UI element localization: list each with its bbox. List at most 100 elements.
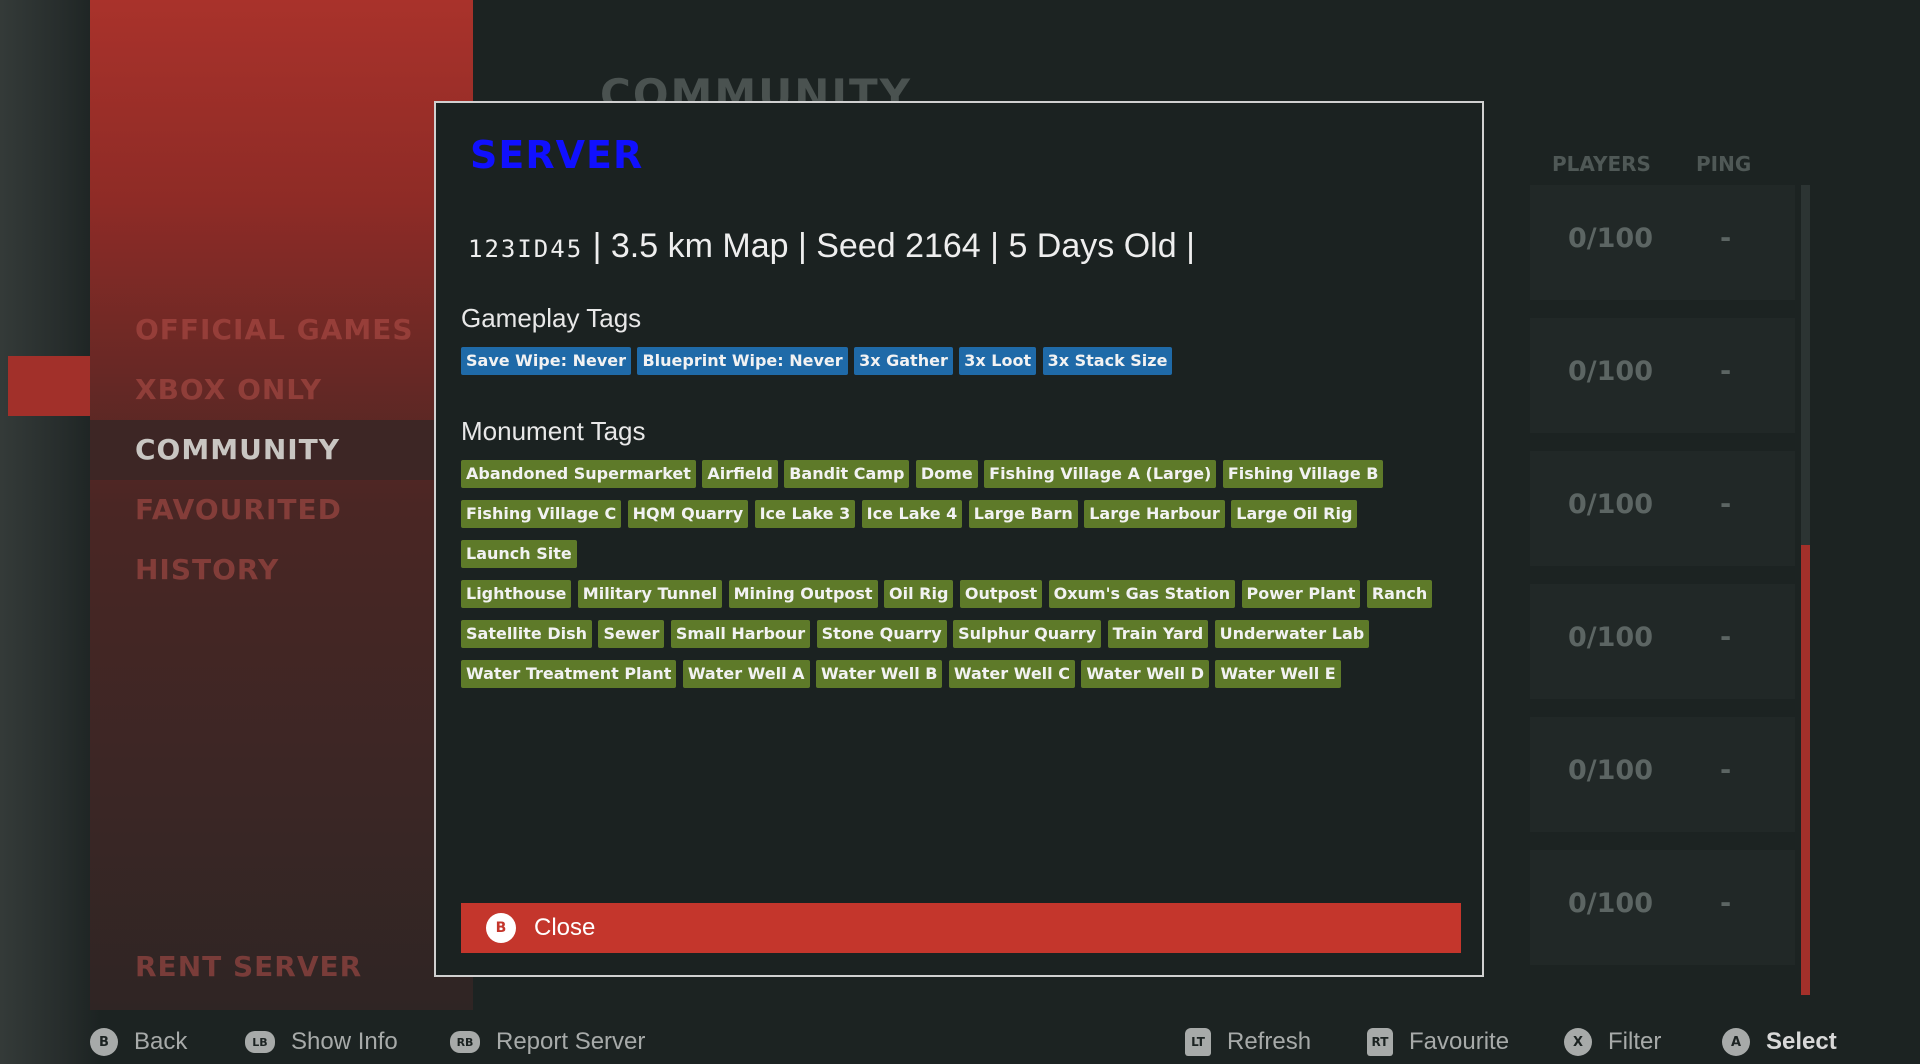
monument-tag: Mining Outpost (728, 580, 878, 608)
a-button-icon: A (1722, 1028, 1750, 1056)
server-info-modal: SERVER 123ID45 | 3.5 km Map | Seed 2164 … (434, 101, 1484, 977)
monument-tag: Bandit Camp (784, 460, 910, 488)
monument-tag: HQM Quarry (627, 500, 749, 528)
monument-tag: Large Oil Rig (1231, 500, 1358, 528)
footer-select-label: Select (1766, 1028, 1837, 1055)
sidebar-item-community[interactable]: COMMUNITY (90, 420, 473, 480)
monument-tag: Power Plant (1241, 580, 1361, 608)
ping-value: - (1720, 622, 1732, 653)
monument-tag: Train Yard (1107, 620, 1209, 648)
ping-value: - (1720, 489, 1732, 520)
server-row[interactable]: 0/100 - (1530, 318, 1795, 433)
server-browser-screen: OFFICIAL GAMES XBOX ONLY COMMUNITY FAVOU… (0, 0, 1920, 1064)
server-row[interactable]: 0/100 - (1530, 584, 1795, 699)
server-row[interactable]: 0/100 - (1530, 850, 1795, 965)
server-row[interactable]: 0/100 - (1530, 185, 1795, 300)
footer-favourite-label: Favourite (1409, 1028, 1510, 1055)
monument-tag: Small Harbour (670, 620, 811, 648)
footer-back-label: Back (134, 1028, 188, 1055)
sidebar-item-official-games[interactable]: OFFICIAL GAMES (90, 300, 473, 360)
sidebar-item-xbox-only[interactable]: XBOX ONLY (90, 360, 473, 420)
close-label: Close (534, 914, 596, 941)
monument-tag: Launch Site (461, 540, 577, 568)
column-header-ping[interactable]: PING (1696, 152, 1751, 176)
players-count: 0/100 (1568, 356, 1654, 387)
monument-tag: Satellite Dish (461, 620, 593, 648)
monument-tag: Dome (915, 460, 978, 488)
monument-tag: Stone Quarry (816, 620, 947, 648)
monument-tag-row: Satellite Dish Sewer Small Harbour Stone… (461, 620, 1461, 660)
monument-tag: Ice Lake 3 (754, 500, 856, 528)
footer-filter[interactable]: X Filter (1564, 1028, 1661, 1056)
ping-value: - (1720, 356, 1732, 387)
sidebar-item-favourited[interactable]: FAVOURITED (90, 480, 473, 540)
gameplay-tag: Blueprint Wipe: Never (637, 347, 848, 375)
column-header-players[interactable]: PLAYERS (1552, 152, 1651, 176)
ping-value: - (1720, 888, 1732, 919)
gameplay-tags-heading: Gameplay Tags (461, 303, 642, 333)
monument-tag: Fishing Village A (Large) (984, 460, 1217, 488)
monument-tag: Outpost (959, 580, 1043, 608)
monument-tag: Lighthouse (461, 580, 572, 608)
x-button-icon: X (1564, 1028, 1592, 1056)
players-count: 0/100 (1568, 489, 1654, 520)
server-code: 123ID45 (468, 235, 584, 263)
close-button[interactable]: B Close (461, 903, 1461, 953)
monument-tag: Water Well D (1081, 660, 1209, 688)
b-button-icon: B (90, 1028, 118, 1056)
monument-tag-row: Abandoned Supermarket Airfield Bandit Ca… (461, 460, 1461, 500)
list-scrollbar-thumb[interactable] (1801, 545, 1810, 995)
monument-tag: Large Harbour (1084, 500, 1225, 528)
b-button-icon: B (486, 913, 516, 943)
server-summary: 123ID45 | 3.5 km Map | Seed 2164 | 5 Day… (468, 227, 1195, 266)
monument-tag: Water Well E (1215, 660, 1341, 688)
footer-refresh[interactable]: LT Refresh (1185, 1028, 1311, 1056)
ping-value: - (1720, 223, 1732, 254)
players-count: 0/100 (1568, 755, 1654, 786)
monument-tag-row: Lighthouse Military Tunnel Mining Outpos… (461, 580, 1461, 620)
footer-report-label: Report Server (496, 1028, 646, 1055)
footer-show-info-label: Show Info (291, 1028, 398, 1055)
gameplay-tag: 3x Loot (959, 347, 1037, 375)
monument-tag: Water Well B (815, 660, 943, 688)
footer-back[interactable]: B Back (90, 1028, 187, 1056)
monument-tag: Oil Rig (884, 580, 954, 608)
gameplay-tag: 3x Gather (854, 347, 953, 375)
gameplay-tag: Save Wipe: Never (461, 347, 631, 375)
footer-select[interactable]: A Select (1722, 1028, 1837, 1056)
monument-tag: Fishing Village B (1222, 460, 1384, 488)
players-count: 0/100 (1568, 888, 1654, 919)
lt-button-icon: LT (1185, 1028, 1211, 1056)
monument-tag: Ice Lake 4 (861, 500, 963, 528)
sidebar-nav: OFFICIAL GAMES XBOX ONLY COMMUNITY FAVOU… (90, 300, 473, 600)
monument-tag: Large Barn (968, 500, 1078, 528)
ping-value: - (1720, 755, 1732, 786)
players-count: 0/100 (1568, 223, 1654, 254)
sidebar-item-rent-server[interactable]: RENT SERVER (135, 950, 362, 983)
server-details: | 3.5 km Map | Seed 2164 | 5 Days Old | (592, 227, 1195, 265)
monument-tag: Underwater Lab (1214, 620, 1370, 648)
footer-favourite[interactable]: RT Favourite (1367, 1028, 1509, 1056)
rt-button-icon: RT (1367, 1028, 1393, 1056)
monument-tag: Airfield (702, 460, 778, 488)
server-row[interactable]: 0/100 - (1530, 451, 1795, 566)
modal-title: SERVER (470, 133, 644, 177)
server-row[interactable]: 0/100 - (1530, 717, 1795, 832)
monument-tag: Water Treatment Plant (461, 660, 677, 688)
footer-show-info[interactable]: LB Show Info (245, 1028, 398, 1056)
players-count: 0/100 (1568, 622, 1654, 653)
monument-tag: Water Well C (948, 660, 1075, 688)
server-list: 0/100 - 0/100 - 0/100 - 0/100 - 0/100 - 0/100… (1530, 185, 1795, 983)
monument-tag: Fishing Village C (461, 500, 622, 528)
footer-report-server[interactable]: RB Report Server (450, 1028, 645, 1056)
monument-tags: Abandoned Supermarket Airfield Bandit Ca… (461, 460, 1461, 700)
monument-tag: Sewer (598, 620, 665, 648)
list-scrollbar[interactable] (1801, 185, 1810, 995)
monument-tag: Sulphur Quarry (953, 620, 1102, 648)
background-tree (0, 0, 100, 1064)
sidebar-item-history[interactable]: HISTORY (90, 540, 473, 600)
monument-tags-heading: Monument Tags (461, 416, 646, 446)
footer-refresh-label: Refresh (1227, 1028, 1312, 1055)
gameplay-tags: Save Wipe: Never Blueprint Wipe: Never 3… (461, 347, 1461, 387)
lb-button-icon: LB (245, 1031, 275, 1053)
